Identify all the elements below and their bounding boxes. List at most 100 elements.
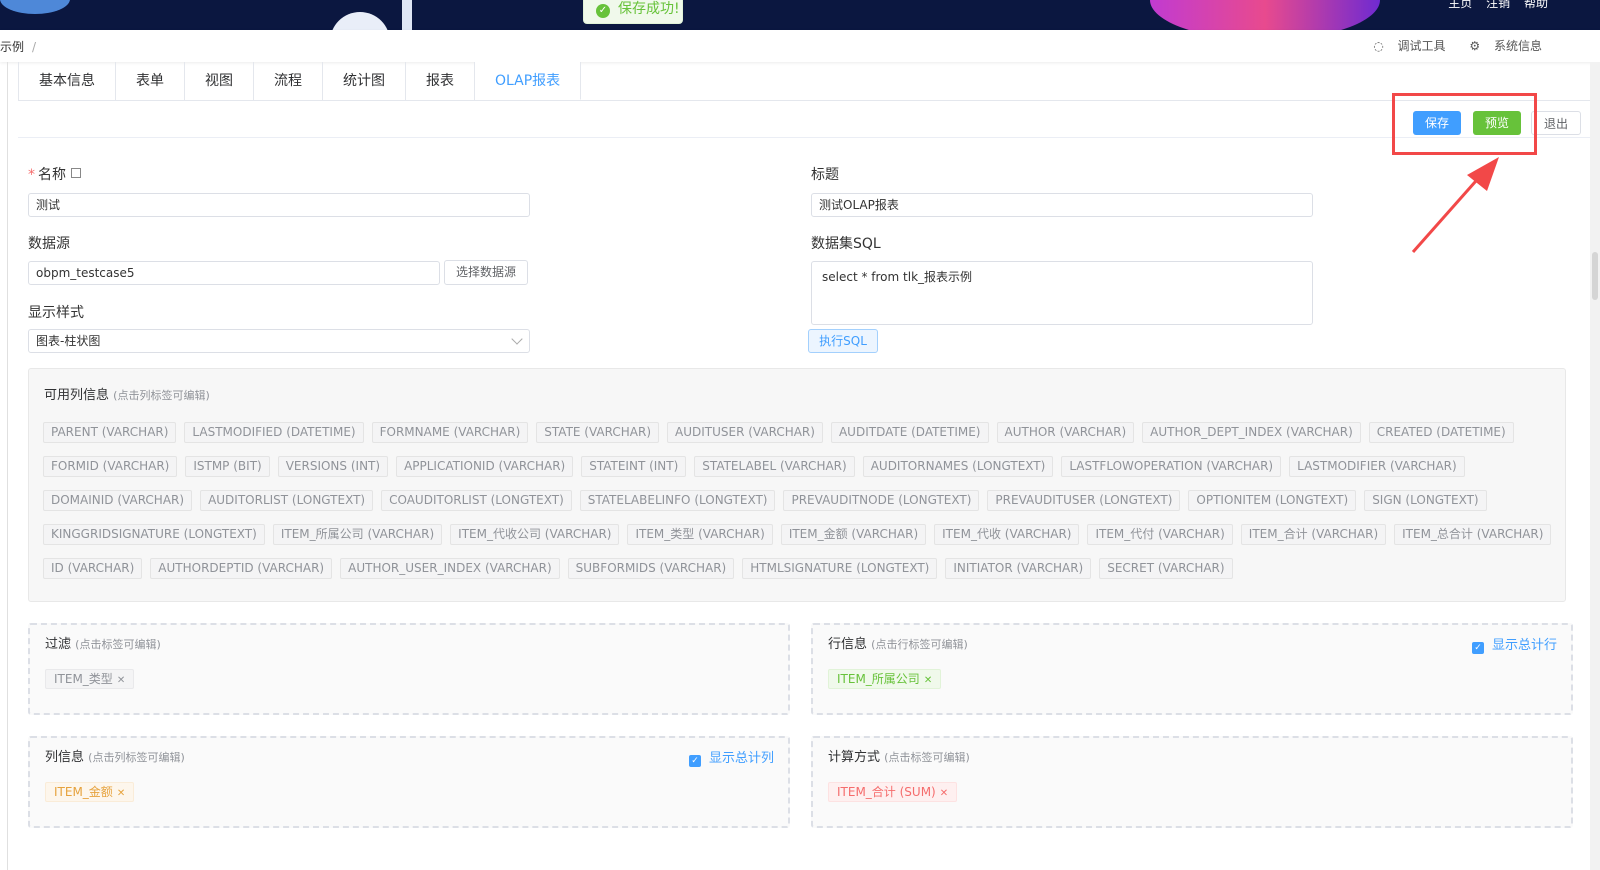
column-chip[interactable]: AUTHOR (VARCHAR) (996, 422, 1135, 443)
column-chip[interactable]: APPLICATIONID (VARCHAR) (396, 456, 574, 477)
name-input[interactable]: 测试 (28, 193, 530, 217)
datasource-input[interactable]: obpm_testcase5 (28, 261, 440, 285)
column-chip[interactable]: PREVAUDITUSER (LONGTEXT) (987, 490, 1181, 511)
column-chip[interactable]: AUDITORNAMES (LONGTEXT) (862, 456, 1054, 477)
filter-tag-label: ITEM_类型 (54, 672, 113, 686)
column-chip[interactable]: AUTHORDEPTID (VARCHAR) (150, 558, 333, 579)
chip-row: PARENT (VARCHAR) LASTMODIFIED (DATETIME) F… (43, 422, 1543, 445)
column-info-heading: 列信息 (45, 750, 85, 765)
column-chip[interactable]: COAUDITORLIST (LONGTEXT) (381, 490, 572, 511)
home-link[interactable]: 主页 (1448, 0, 1472, 10)
tab-flow[interactable]: 流程 (254, 62, 323, 100)
sql-textarea[interactable]: select * from tlk_报表示例 (811, 261, 1313, 325)
copy-icon[interactable] (71, 168, 81, 178)
tab-olap-report[interactable]: OLAP报表 (475, 62, 582, 100)
column-chip[interactable]: HTMLSIGNATURE (LONGTEXT) (742, 558, 938, 579)
close-icon[interactable]: ✕ (940, 788, 948, 799)
column-chip[interactable]: STATEINT (INT) (581, 456, 687, 477)
column-chip[interactable]: FORMNAME (VARCHAR) (371, 422, 529, 443)
column-chip[interactable]: ITEM_所属公司 (VARCHAR) (272, 524, 443, 545)
column-chip[interactable]: KINGGRIDSIGNATURE (LONGTEXT) (43, 524, 265, 545)
column-info-zone[interactable]: 列信息 (点击列标签可编辑) ✓ 显示总计列 ITEM_金额 ✕ (28, 736, 790, 828)
column-chip[interactable]: ITEM_代收公司 (VARCHAR) (450, 524, 620, 545)
close-icon[interactable]: ✕ (924, 675, 932, 686)
check-circle-icon: ✓ (596, 4, 610, 18)
column-info-title: 列信息 (点击列标签可编辑) (45, 746, 185, 765)
column-chip[interactable]: ITEM_总合计 (VARCHAR) (1394, 524, 1552, 545)
row-info-zone[interactable]: 行信息 (点击行标签可编辑) ✓ 显示总计行 ITEM_所属公司 ✕ (811, 623, 1573, 715)
chevron-down-icon (511, 333, 523, 345)
column-chip[interactable]: SIGN (LONGTEXT) (1364, 490, 1487, 511)
tab-form[interactable]: 表单 (116, 62, 185, 100)
tab-chart[interactable]: 统计图 (323, 62, 406, 100)
tab-view[interactable]: 视图 (185, 62, 254, 100)
column-tag-label: ITEM_金额 (54, 785, 113, 799)
row-tag-label: ITEM_所属公司 (837, 672, 920, 686)
run-sql-button[interactable]: 执行SQL (808, 329, 878, 353)
show-total-row-label: 显示总计行 (1491, 638, 1557, 653)
exit-button[interactable]: 退出 (1531, 111, 1581, 135)
column-tag[interactable]: ITEM_金额 ✕ (45, 782, 135, 802)
tab-report[interactable]: 报表 (406, 62, 475, 100)
column-chip[interactable]: AUTHOR_USER_INDEX (VARCHAR) (340, 558, 560, 579)
column-chip[interactable]: LASTFLOWOPERATION (VARCHAR) (1061, 456, 1282, 477)
show-total-row-checkbox[interactable]: ✓ 显示总计行 (1471, 634, 1557, 654)
banner-decoration (0, 0, 70, 14)
filter-tag[interactable]: ITEM_类型 ✕ (45, 669, 135, 689)
toolbar-links: ◌ 调试工具 ⚙ 系统信息 (1353, 37, 1542, 54)
column-chip[interactable]: LASTMODIFIED (DATETIME) (184, 422, 364, 443)
filter-zone[interactable]: 过滤 (点击标签可编辑) ITEM_类型 ✕ (28, 623, 790, 715)
breadcrumb-current[interactable]: 示例 (0, 40, 24, 54)
help-link[interactable]: 帮助 (1524, 0, 1548, 10)
column-chip[interactable]: ISTMP (BIT) (185, 456, 270, 477)
row-tag[interactable]: ITEM_所属公司 ✕ (828, 669, 942, 689)
column-chip[interactable]: DOMAINID (VARCHAR) (43, 490, 193, 511)
display-style-select[interactable]: 图表-柱状图 (28, 329, 530, 353)
column-chip[interactable]: ITEM_代付 (VARCHAR) (1087, 524, 1233, 545)
column-chip[interactable]: AUDITORLIST (LONGTEXT) (200, 490, 374, 511)
top-banner: 主页 注销 帮助 (0, 0, 1600, 30)
select-datasource-button[interactable]: 选择数据源 (444, 260, 528, 285)
column-chip[interactable]: PREVAUDITNODE (LONGTEXT) (783, 490, 980, 511)
column-chip[interactable]: INITIATOR (VARCHAR) (945, 558, 1092, 579)
column-chip[interactable]: FORMID (VARCHAR) (43, 456, 178, 477)
column-chip[interactable]: SECRET (VARCHAR) (1099, 558, 1233, 579)
name-label: 名称 (38, 167, 66, 183)
filter-heading: 过滤 (45, 637, 72, 652)
column-chip[interactable]: STATELABEL (VARCHAR) (694, 456, 855, 477)
calculation-zone[interactable]: 计算方式 (点击标签可编辑) ITEM_合计 (SUM) ✕ (811, 736, 1573, 828)
column-chip[interactable]: STATELABELINFO (LONGTEXT) (579, 490, 776, 511)
column-chip[interactable]: SUBFORMIDS (VARCHAR) (567, 558, 735, 579)
column-chip[interactable]: PARENT (VARCHAR) (43, 422, 177, 443)
calculation-tag[interactable]: ITEM_合计 (SUM) ✕ (828, 782, 958, 802)
banner-planet (1150, 0, 1380, 30)
column-chip[interactable]: ITEM_合计 (VARCHAR) (1240, 524, 1387, 545)
column-chip[interactable]: STATE (VARCHAR) (536, 422, 660, 443)
filter-title: 过滤 (点击标签可编辑) (45, 633, 161, 652)
vertical-scrollbar[interactable] (1590, 62, 1600, 870)
title-input[interactable]: 测试OLAP报表 (811, 193, 1313, 217)
debug-tool-link[interactable]: ◌ 调试工具 (1363, 39, 1445, 53)
column-chip[interactable]: VERSIONS (INT) (277, 456, 389, 477)
column-chip[interactable]: CREATED (DATETIME) (1368, 422, 1514, 443)
column-chip[interactable]: AUDITUSER (VARCHAR) (667, 422, 823, 443)
required-mark: * (28, 167, 35, 183)
column-chip[interactable]: ITEM_代收 (VARCHAR) (934, 524, 1080, 545)
column-chip[interactable]: ITEM_金额 (VARCHAR) (780, 524, 927, 545)
checkbox-checked-icon: ✓ (688, 755, 701, 767)
show-total-column-checkbox[interactable]: ✓ 显示总计列 (688, 747, 774, 767)
scrollbar-thumb[interactable] (1592, 252, 1598, 300)
column-chip[interactable]: AUTHOR_DEPT_INDEX (VARCHAR) (1142, 422, 1361, 443)
system-info-link[interactable]: ⚙ 系统信息 (1459, 39, 1542, 53)
column-chip[interactable]: OPTIONITEM (LONGTEXT) (1188, 490, 1357, 511)
available-columns-hint: (点击列标签可编辑) (113, 389, 210, 402)
column-chip[interactable]: AUDITDATE (DATETIME) (830, 422, 989, 443)
close-icon[interactable]: ✕ (117, 788, 125, 799)
logout-link[interactable]: 注销 (1486, 0, 1510, 10)
checkbox-checked-icon: ✓ (1471, 642, 1484, 654)
column-chip[interactable]: LASTMODIFIER (VARCHAR) (1289, 456, 1465, 477)
close-icon[interactable]: ✕ (117, 675, 125, 686)
column-chip[interactable]: ITEM_类型 (VARCHAR) (627, 524, 773, 545)
tab-basic-info[interactable]: 基本信息 (19, 62, 116, 100)
column-chip[interactable]: ID (VARCHAR) (43, 558, 143, 579)
